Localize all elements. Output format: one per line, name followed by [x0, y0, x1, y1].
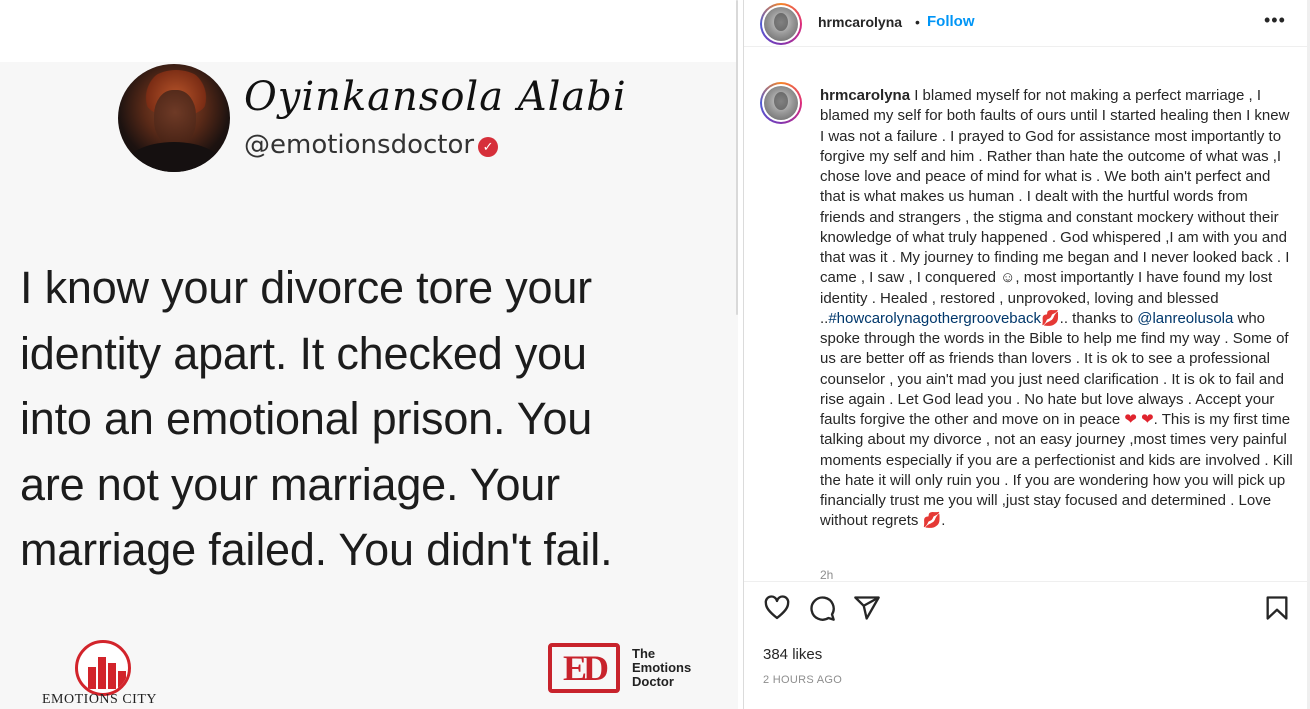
avatar[interactable] [760, 3, 802, 45]
mention-link[interactable]: @lanreolusola [1137, 310, 1233, 327]
emotions-city-logo: EMOTIONS CITY [40, 638, 170, 708]
hearts-emoji: ❤ ❤ [1124, 411, 1154, 428]
action-bar [744, 592, 1308, 632]
post-image: Oyinkansola Alabi @emotionsdoctor ✓ I kn… [0, 0, 738, 709]
likes-count[interactable]: 384 likes [763, 646, 822, 663]
check-badge-icon: ✓ [478, 137, 499, 157]
author-handle: @emotionsdoctor [244, 130, 475, 160]
post-header: hrmcarolyna • Follow ••• [744, 0, 1308, 47]
follow-button[interactable]: Follow [927, 13, 975, 30]
lips-emoji: 💋 [1040, 309, 1060, 327]
caption-username[interactable]: hrmcarolyna [820, 87, 910, 104]
quote-line: I know your divorce tore your [20, 262, 592, 313]
comment-icon[interactable] [806, 592, 838, 624]
image-top-strip [0, 0, 738, 62]
emotions-doctor-words: The Emotions Doctor [632, 647, 691, 689]
caption-text: hrmcarolyna I blamed myself for not maki… [820, 86, 1294, 532]
hashtag-link[interactable]: #howcarolynagothergrooveback [828, 310, 1041, 327]
brand-word: Doctor [632, 674, 674, 689]
share-icon[interactable] [851, 592, 883, 624]
author-signature: Oyinkansola Alabi [244, 74, 627, 120]
header-separator: • [915, 14, 920, 30]
post-panel: hrmcarolyna • Follow ••• hrmcarolyna I b… [743, 0, 1310, 709]
quote-line: marriage failed. You didn't fail. [20, 524, 613, 575]
caption-segment: .. thanks to [1059, 309, 1138, 327]
brand-word: The [632, 646, 656, 661]
post-time-ago: 2 HOURS AGO [763, 674, 843, 686]
author-handle-row: @emotionsdoctor ✓ [244, 130, 499, 160]
caption-avatar[interactable] [760, 82, 802, 124]
quote-line: identity apart. It checked you [20, 327, 587, 379]
ed-mark: ED [548, 643, 620, 693]
quote-line: are not your marriage. Your [20, 458, 560, 510]
caption-segment: . [941, 512, 946, 530]
caption-segment: I blamed myself for not making a perfect… [820, 87, 1290, 287]
header-username[interactable]: hrmcarolyna [818, 14, 902, 30]
caption-area[interactable]: hrmcarolyna I blamed myself for not maki… [744, 58, 1308, 582]
quote-line: into an emotional prison. You [20, 393, 593, 444]
end-lips-emoji: 💋 [922, 512, 942, 530]
author-photo [118, 64, 230, 172]
emotions-doctor-logo: ED The Emotions Doctor [548, 640, 691, 696]
more-horizontal-icon[interactable]: ••• [1264, 10, 1286, 31]
caption-segment: . This is my first time talking about my… [820, 411, 1293, 530]
brand-word: Emotions [632, 660, 692, 675]
heart-icon[interactable] [761, 592, 793, 624]
smile-emoji: ☺ [1000, 269, 1016, 287]
emotions-city-label: EMOTIONS CITY [42, 692, 157, 707]
caption-timestamp: 2h [820, 568, 834, 582]
quote-text: I know your divorce tore your identity a… [20, 255, 730, 583]
bookmark-icon[interactable] [1261, 592, 1293, 624]
image-scroll-divider [736, 0, 738, 315]
